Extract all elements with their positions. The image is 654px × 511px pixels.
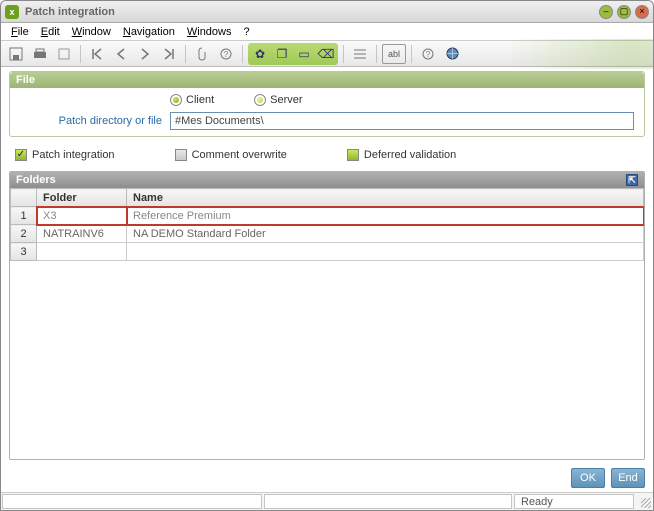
menu-help[interactable]: ?	[240, 25, 254, 39]
titlebar: x Patch integration – ▢ ×	[1, 1, 653, 23]
ok-button[interactable]: OK	[571, 468, 605, 488]
attach-icon[interactable]	[191, 44, 213, 64]
file-panel: File Client Server Patch directory or fi…	[9, 71, 645, 137]
status-left	[2, 494, 262, 509]
checkbox-checked-icon	[347, 149, 359, 161]
footer: OK End	[1, 464, 653, 492]
minimize-button[interactable]: –	[599, 5, 613, 19]
folders-panel-header: Folders ⇱	[10, 172, 644, 188]
prev-icon[interactable]	[110, 44, 132, 64]
help-icon[interactable]: ?	[215, 44, 237, 64]
svg-text:?: ?	[224, 50, 229, 59]
save-icon[interactable]	[5, 44, 27, 64]
content-area: File Client Server Patch directory or fi…	[1, 67, 653, 464]
status-ready: Ready	[514, 494, 634, 509]
cell-name[interactable]	[127, 243, 644, 261]
grid-header-row: Folder Name	[11, 189, 644, 207]
status-mid	[264, 494, 512, 509]
app-window: x Patch integration – ▢ × File Edit Wind…	[0, 0, 654, 511]
menu-edit[interactable]: Edit	[37, 25, 64, 39]
path-row: Patch directory or file	[20, 112, 634, 130]
panel-expand-icon[interactable]: ⇱	[626, 174, 638, 186]
checkbox-checked-icon: ✓	[15, 149, 27, 161]
radio-dot-checked-icon	[170, 94, 182, 106]
last-icon[interactable]	[158, 44, 180, 64]
app-icon: x	[5, 5, 19, 19]
export-icon[interactable]	[53, 44, 75, 64]
destination-radio-group: Client Server	[170, 94, 634, 106]
document-icon[interactable]: ▭	[293, 44, 315, 64]
check-deferred-validation[interactable]: Deferred validation	[347, 149, 456, 161]
cell-folder[interactable]: NATRAINV6	[37, 225, 127, 243]
close-button[interactable]: ×	[635, 5, 649, 19]
folders-panel: Folders ⇱ Folder Name 1 X3	[9, 171, 645, 460]
resize-grip-icon[interactable]	[635, 493, 653, 510]
path-label: Patch directory or file	[20, 115, 170, 127]
first-icon[interactable]	[86, 44, 108, 64]
cell-name[interactable]: Reference Premium	[127, 207, 644, 225]
cell-folder[interactable]: X3	[37, 207, 127, 225]
radio-client-label: Client	[186, 94, 214, 106]
check-comment-overwrite[interactable]: Comment overwrite	[175, 149, 287, 161]
toolbar-active-group: ✿ ❐ ▭ ⌫	[248, 43, 338, 65]
svg-text:?: ?	[426, 50, 431, 59]
menu-windows[interactable]: Windows	[183, 25, 236, 39]
window-buttons: – ▢ ×	[599, 5, 649, 19]
window-stack-icon[interactable]: ❐	[271, 44, 293, 64]
col-folder[interactable]: Folder	[37, 189, 127, 207]
text-label-icon[interactable]: abl	[382, 44, 406, 64]
col-name[interactable]: Name	[127, 189, 644, 207]
col-rownum[interactable]	[11, 189, 37, 207]
options-row: ✓ Patch integration Comment overwrite De…	[9, 145, 645, 165]
list-icon[interactable]	[349, 44, 371, 64]
radio-server[interactable]: Server	[254, 94, 302, 106]
maximize-button[interactable]: ▢	[617, 5, 631, 19]
folders-grid: Folder Name 1 X3 Reference Premium 2 NAT…	[10, 188, 644, 261]
table-row[interactable]: 3	[11, 243, 644, 261]
info-help-icon[interactable]: ?	[417, 44, 439, 64]
menubar: File Edit Window Navigation Windows ?	[1, 23, 653, 41]
radio-client[interactable]: Client	[170, 94, 214, 106]
file-panel-header: File	[10, 72, 644, 88]
globe-icon[interactable]	[441, 44, 463, 64]
clover-icon[interactable]: ✿	[249, 44, 271, 64]
table-row[interactable]: 2 NATRAINV6 NA DEMO Standard Folder	[11, 225, 644, 243]
cell-folder[interactable]	[37, 243, 127, 261]
statusbar: Ready	[1, 492, 653, 510]
check-patch-integration[interactable]: ✓ Patch integration	[15, 149, 115, 161]
window-title: Patch integration	[25, 6, 599, 18]
toolbar: ? ✿ ❐ ▭ ⌫ abl ?	[1, 41, 653, 67]
cell-name[interactable]: NA DEMO Standard Folder	[127, 225, 644, 243]
folders-grid-wrap: Folder Name 1 X3 Reference Premium 2 NAT…	[10, 188, 644, 459]
next-icon[interactable]	[134, 44, 156, 64]
menu-file[interactable]: File	[7, 25, 33, 39]
path-input[interactable]	[170, 112, 634, 130]
print-icon[interactable]	[29, 44, 51, 64]
erase-icon[interactable]: ⌫	[315, 44, 337, 64]
radio-server-label: Server	[270, 94, 302, 106]
menu-navigation[interactable]: Navigation	[119, 25, 179, 39]
table-row[interactable]: 1 X3 Reference Premium	[11, 207, 644, 225]
menu-window[interactable]: Window	[68, 25, 115, 39]
radio-dot-unchecked-icon	[254, 94, 266, 106]
checkbox-unchecked-icon	[175, 149, 187, 161]
end-button[interactable]: End	[611, 468, 645, 488]
